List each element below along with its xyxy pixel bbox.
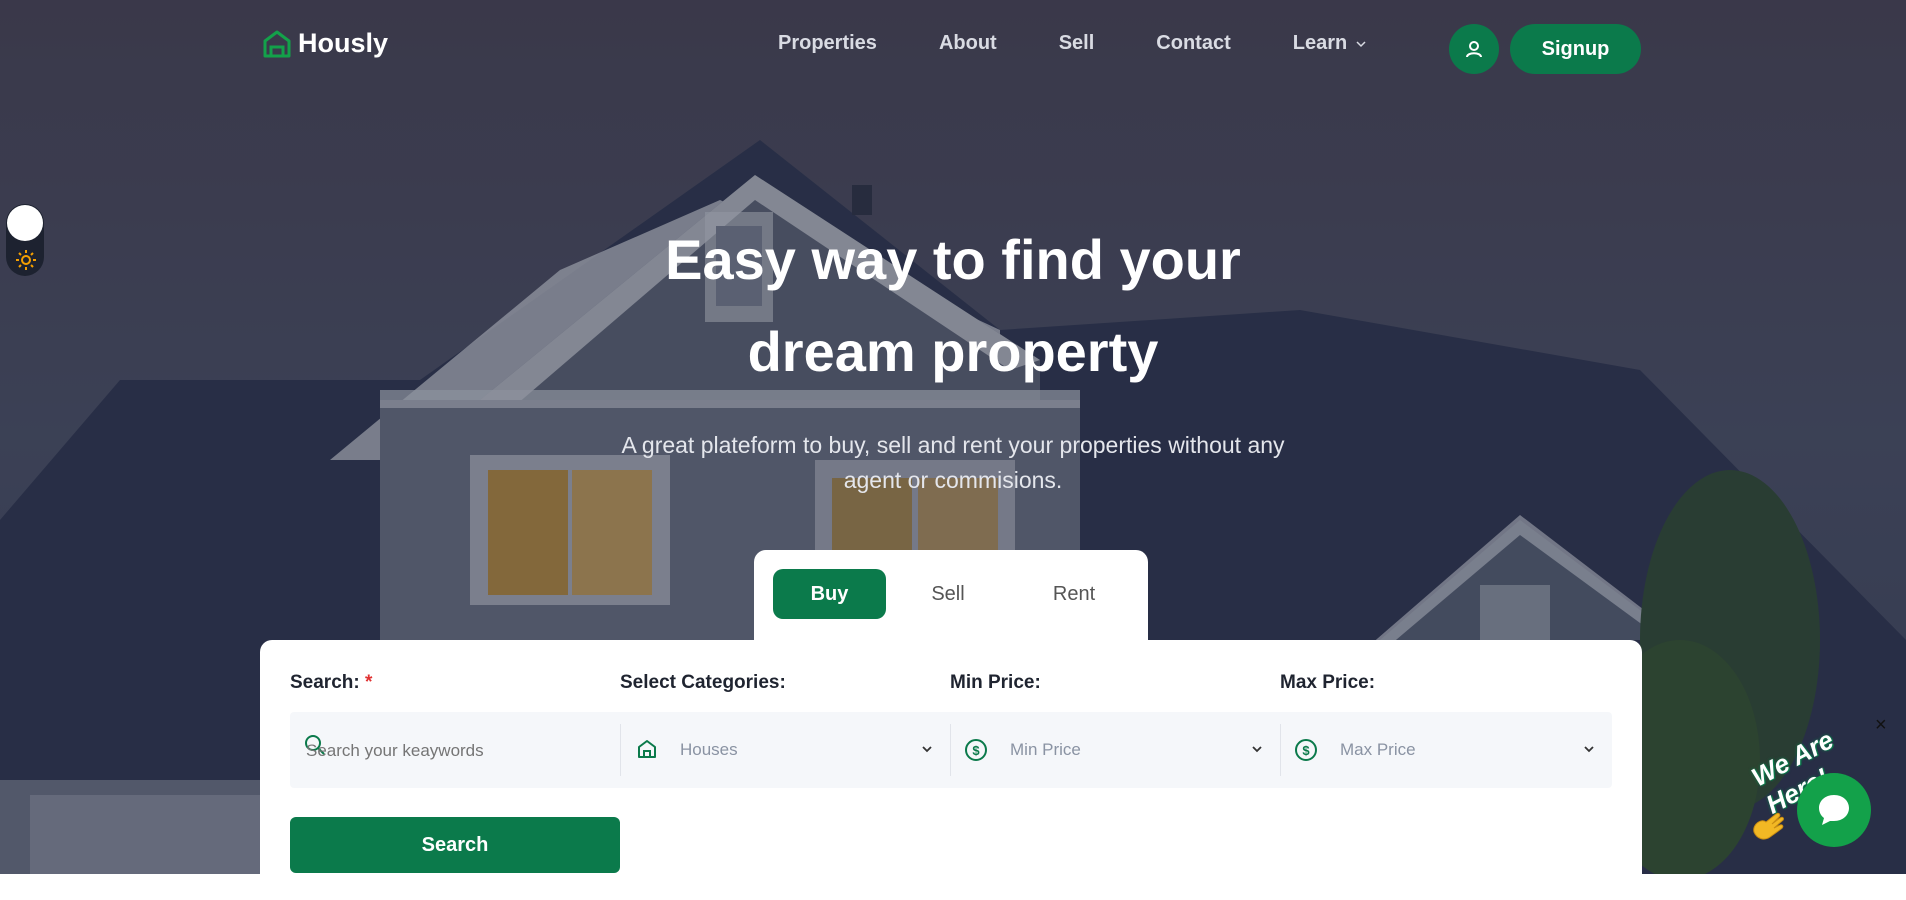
nav-learn-label: Learn: [1292, 32, 1348, 54]
hero-subtitle: A great plateform to buy, sell and rent …: [0, 428, 1906, 498]
signup-button[interactable]: Signup: [1510, 24, 1641, 74]
hero-title: Easy way to find your dream property: [0, 214, 1906, 398]
tab-buy[interactable]: Buy: [773, 569, 886, 619]
dollar-icon: $: [1295, 739, 1317, 761]
chat-bubble-icon: [1819, 795, 1849, 825]
svg-text:$: $: [972, 743, 980, 758]
search-button[interactable]: Search: [290, 817, 620, 873]
nav-about[interactable]: About: [939, 32, 997, 55]
chevron-down-icon: [1252, 746, 1262, 753]
house-logo-icon: [263, 30, 291, 57]
nav-learn[interactable]: Learn: [1293, 32, 1367, 55]
brand-name: Hously: [298, 28, 389, 58]
chevron-down-icon: [1584, 746, 1594, 753]
search-fields: Houses $ Min Price $ Max Price: [290, 712, 1612, 790]
chevron-down-icon: [922, 746, 932, 753]
category-value: Houses: [680, 740, 738, 759]
chat-button[interactable]: [1797, 773, 1871, 847]
hero-title-line-2: dream property: [747, 320, 1159, 383]
svg-text:$: $: [1302, 743, 1310, 758]
user-icon: [1466, 41, 1482, 58]
min-price-label: Min Price:: [950, 672, 1041, 693]
main-nav: Properties About Sell Contact Learn: [778, 32, 1367, 55]
categories-label: Select Categories:: [620, 672, 786, 693]
search-card: Search: * Select Categories: Min Price: …: [260, 640, 1642, 900]
max-price-select[interactable]: $ Max Price: [1280, 712, 1612, 788]
search-label-text: Search:: [290, 672, 360, 693]
chevron-down-icon: [1356, 40, 1366, 47]
required-mark: *: [364, 672, 373, 693]
keyword-field[interactable]: [290, 712, 620, 790]
waving-hand-icon: [1753, 812, 1784, 840]
user-account-button[interactable]: [1449, 24, 1499, 74]
max-price-value: Max Price: [1340, 740, 1416, 759]
listing-type-tabs: Buy Sell Rent: [754, 550, 1148, 642]
min-price-select[interactable]: $ Min Price: [950, 712, 1280, 788]
brand-logo[interactable]: Hously: [262, 28, 388, 59]
hero-subtitle-line-1: A great plateform to buy, sell and rent …: [621, 432, 1285, 458]
category-select[interactable]: Houses: [620, 712, 950, 788]
nav-properties[interactable]: Properties: [778, 32, 877, 55]
search-label: Search: *: [290, 672, 372, 694]
nav-sell[interactable]: Sell: [1059, 32, 1095, 55]
hero-title-line-1: Easy way to find your: [665, 228, 1241, 291]
home-icon: [638, 740, 656, 758]
max-price-label: Max Price:: [1280, 672, 1376, 693]
tab-rent[interactable]: Rent: [1014, 569, 1134, 619]
hero-subtitle-line-2: agent or commisions.: [843, 467, 1063, 493]
keyword-input[interactable]: [304, 712, 608, 790]
tab-sell[interactable]: Sell: [894, 569, 1002, 619]
nav-contact[interactable]: Contact: [1156, 32, 1230, 55]
min-price-value: Min Price: [1010, 740, 1081, 759]
dollar-icon: $: [965, 739, 987, 761]
